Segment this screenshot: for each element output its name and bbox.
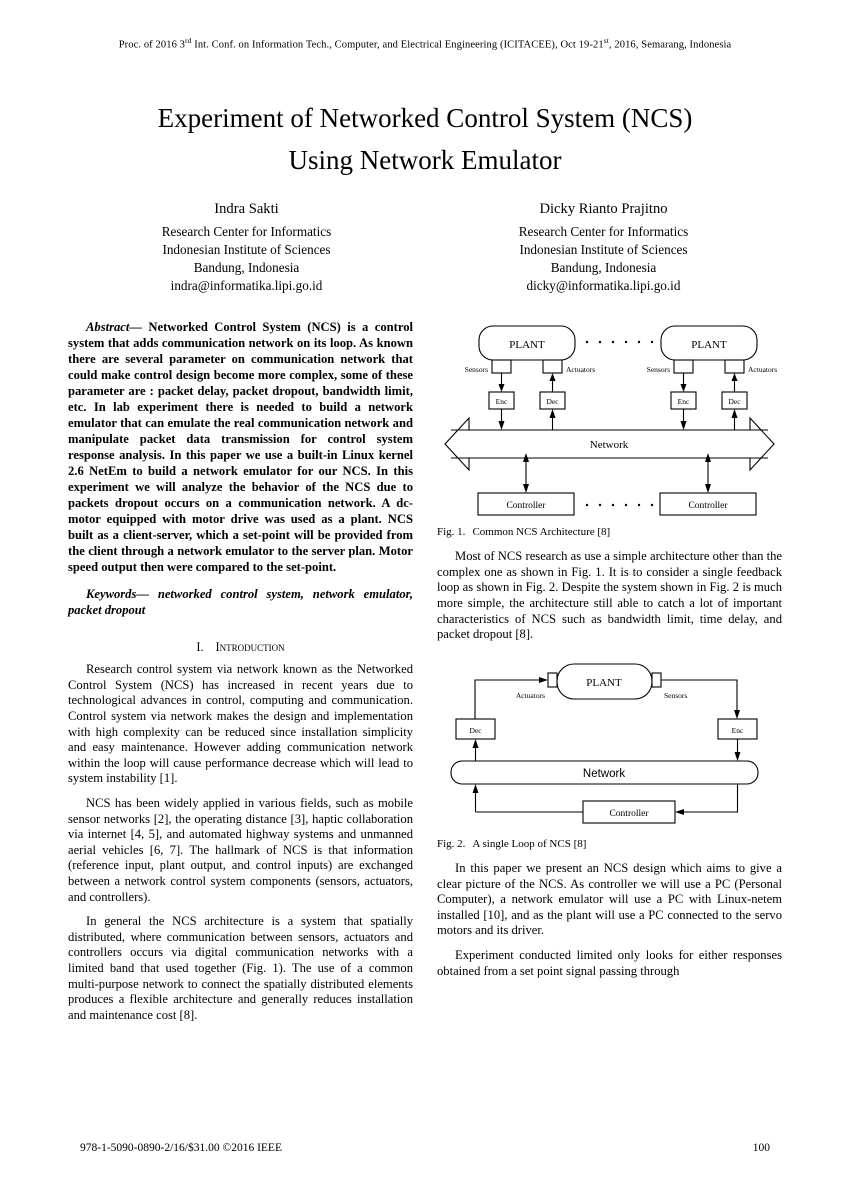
figure-2-actuators-label: Actuators (516, 691, 545, 700)
right-paragraph-3: Experiment conducted limited only looks … (437, 948, 782, 978)
figure-2-enc-label: Enc (732, 726, 744, 735)
running-head-pre: Proc. of 2016 3 (118, 39, 186, 51)
figure-1-sensors-left-label: Sensors (465, 365, 488, 374)
author-affiliation-2: Indonesian Institute of Sciences (519, 241, 688, 257)
figure-1-network-arrow-left (444, 416, 470, 472)
running-head-mid: Int. Conf. on Information Tech., Compute… (191, 39, 604, 51)
intro-paragraph-3: In general the NCS architecture is a sys… (68, 914, 413, 1022)
section-title: Introduction (215, 639, 285, 654)
figure-1-controller-left-label: Controller (506, 501, 546, 511)
running-head: Proc. of 2016 3rd Int. Conf. on Informat… (0, 36, 850, 51)
section-heading-introduction: I. Introduction (68, 640, 413, 655)
figure-1-dec-left-label: Dec (546, 397, 559, 406)
figure-1: PLANT Sensors Actuators Enc Dec PLANT Se… (437, 320, 782, 539)
abstract-lead: Abstract— (86, 320, 142, 334)
title-line-2: Using Network Emulator (288, 144, 562, 175)
intro-paragraph-1: Research control system via network know… (68, 662, 413, 786)
figure-2-caption-label: Fig. 2. (437, 837, 466, 850)
figure-2-controller-label: Controller (609, 809, 649, 819)
column-right: PLANT Sensors Actuators Enc Dec PLANT Se… (437, 320, 782, 988)
figure-2-caption-text: A single Loop of NCS [8] (472, 837, 587, 850)
author-location: Bandung, Indonesia (193, 259, 300, 275)
author-affiliation-2: Indonesian Institute of Sciences (162, 241, 331, 257)
author-block-1: Indra Sakti Research Center for Informat… (68, 200, 425, 295)
author-location: Bandung, Indonesia (550, 259, 657, 275)
keywords-paragraph: Keywords— networked control system, netw… (68, 587, 413, 619)
figure-2-dec-label: Dec (469, 726, 482, 735)
running-head-post: , 2016, Semarang, Indonesia (608, 39, 732, 51)
page-footer: 978-1-5090-0890-2/16/$31.00 ©2016 IEEE 1… (80, 1142, 770, 1154)
figure-1-caption-text: Common NCS Architecture [8] (472, 526, 611, 538)
figure-1-enc-left-label: Enc (496, 397, 508, 406)
author-affiliation-1: Research Center for Informatics (161, 223, 332, 239)
author-email: dicky@informatika.lipi.go.id (526, 277, 681, 293)
figure-1-actuators-left-label: Actuators (566, 365, 595, 374)
figure-1-ellipsis-bottom (585, 503, 654, 507)
figure-1-actuators-right-label: Actuators (748, 365, 777, 374)
author-block-2: Dicky Rianto Prajitno Research Center fo… (425, 200, 782, 295)
figure-1-plant-left-label: PLANT (509, 339, 545, 351)
right-paragraph-2: In this paper we present an NCS design w… (437, 861, 782, 938)
title-line-1: Experiment of Networked Control System (… (157, 103, 693, 134)
figure-1-caption: Fig. 1. Common NCS Architecture [8] (437, 526, 782, 539)
figure-1-network-arrow-right (749, 416, 775, 472)
page-title: Experiment of Networked Control System (… (75, 98, 775, 182)
figure-1-sensors-right-label: Sensors (647, 365, 670, 374)
figure-1-plant-right-label: PLANT (691, 339, 727, 351)
author-affiliation-1: Research Center for Informatics (518, 223, 689, 239)
figure-1-diagram: PLANT Sensors Actuators Enc Dec PLANT Se… (437, 320, 782, 520)
author-name: Indra Sakti (214, 201, 279, 217)
footer-page-number: 100 (752, 1142, 770, 1154)
figure-2-sensors-label: Sensors (664, 691, 687, 700)
figure-1-caption-label: Fig. 1. (437, 526, 466, 538)
figure-1-ellipsis-top (585, 340, 654, 344)
figure-1-enc-right-label: Enc (678, 397, 690, 406)
footer-isbn: 978-1-5090-0890-2/16/$31.00 ©2016 IEEE (80, 1142, 282, 1154)
figure-1-network-label: Network (590, 439, 629, 451)
section-numeral: I. (196, 639, 204, 654)
intro-paragraph-2: NCS has been widely applied in various f… (68, 795, 413, 904)
figure-1-controller-right-label: Controller (688, 501, 728, 511)
figure-2-network-label: Network (583, 768, 625, 780)
figure-2-caption: Fig. 2. A single Loop of NCS [8] (437, 838, 782, 851)
author-list: Indra Sakti Research Center for Informat… (68, 200, 782, 295)
abstract-paragraph: Abstract— Networked Control System (NCS)… (68, 320, 413, 576)
figure-1-dec-right-label: Dec (728, 397, 741, 406)
right-paragraph-1: Most of NCS research as use a simple arc… (437, 549, 782, 642)
figure-2-diagram: PLANT Actuators Sensors Dec Enc Network … (437, 657, 782, 832)
abstract-text: Networked Control System (NCS) is a cont… (68, 320, 413, 574)
paper-page: Proc. of 2016 3rd Int. Conf. on Informat… (0, 0, 850, 1202)
keywords-lead: Keywords— (86, 586, 149, 601)
author-name: Dicky Rianto Prajitno (539, 201, 668, 217)
author-email: indra@informatika.lipi.go.id (170, 277, 323, 293)
column-left: Abstract— Networked Control System (NCS)… (68, 320, 413, 1033)
figure-2-plant-label: PLANT (586, 677, 622, 689)
figure-2: PLANT Actuators Sensors Dec Enc Network … (437, 657, 782, 851)
